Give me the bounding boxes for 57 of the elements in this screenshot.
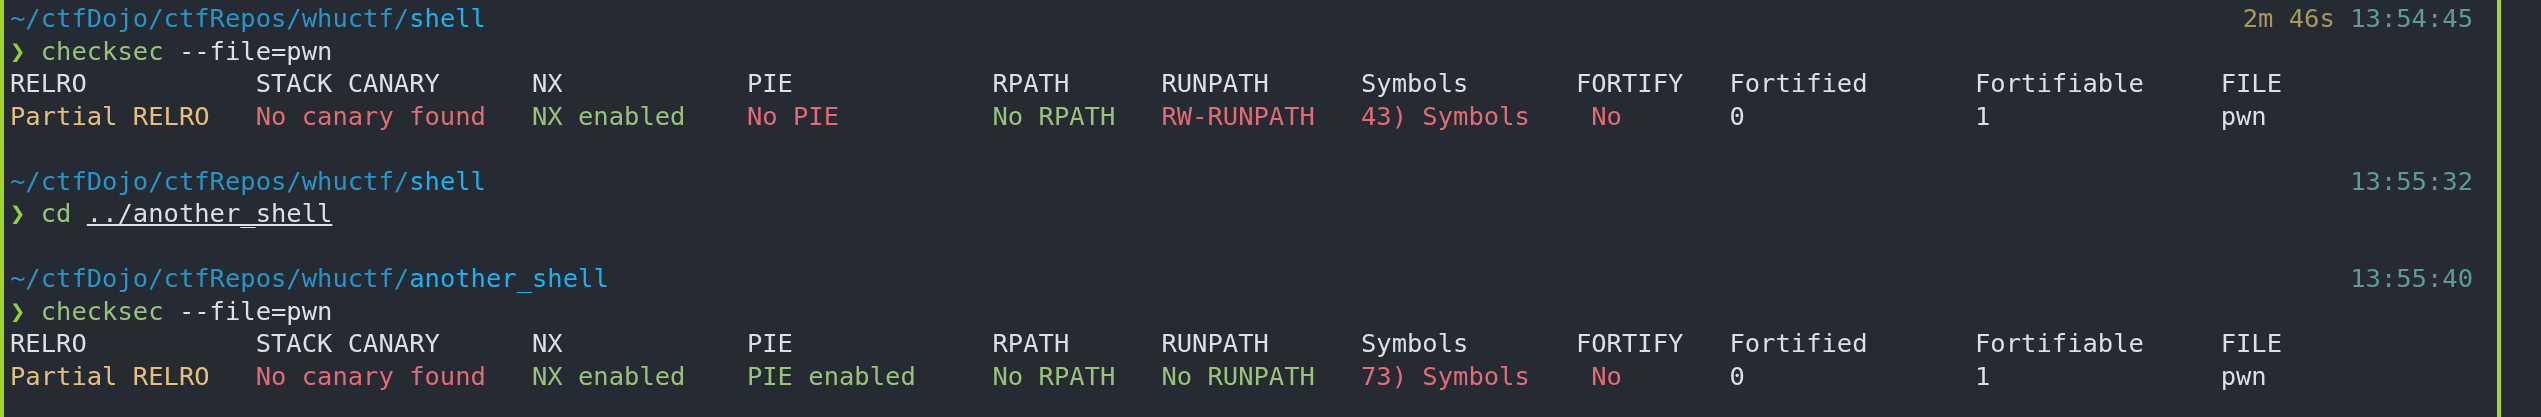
check-value: Partial RELRO — [10, 99, 210, 133]
command-duration: 2m 46s — [2242, 2, 2335, 36]
check-value: 0 — [1729, 99, 1745, 133]
column-header: FORTIFY — [1575, 327, 1684, 361]
prompt-symbol: ❯ — [10, 34, 26, 68]
column-header: PIE — [746, 67, 793, 101]
column-header: FILE — [2220, 327, 2283, 361]
column-header: FILE — [2220, 67, 2283, 101]
check-value: No canary found — [255, 359, 486, 393]
column-header: Fortifiable — [1975, 67, 2144, 101]
check-value: No PIE — [746, 99, 839, 133]
column-header: RUNPATH — [1161, 67, 1269, 101]
column-header: RUNPATH — [1161, 327, 1269, 361]
check-value: No RPATH — [992, 359, 1116, 393]
directory-path: ~/ctfDojo/ctfRepos/whuctf/another_shell — [10, 262, 609, 296]
prompt-symbol: ❯ — [10, 294, 26, 328]
column-header: RPATH — [992, 327, 1070, 361]
column-header: FORTIFY — [1575, 67, 1684, 101]
directory-path: ~/ctfDojo/ctfRepos/whuctf/shell — [10, 2, 486, 36]
check-value: 1 — [1975, 99, 1991, 133]
column-header: PIE — [746, 327, 793, 361]
column-header: Fortified — [1729, 67, 1868, 101]
column-header: Fortified — [1729, 327, 1868, 361]
check-value: NX enabled — [531, 359, 686, 393]
check-value: 43) Symbols — [1360, 99, 1530, 133]
check-value: RW-RUNPATH — [1161, 99, 1315, 133]
check-value: PIE enabled — [746, 359, 916, 393]
column-header: STACK CANARY — [255, 327, 440, 361]
column-header: Symbols — [1360, 327, 1469, 361]
timestamp: 13:55:40 — [2350, 262, 2473, 296]
command-line: cd ../another_shell — [40, 197, 333, 231]
check-value: No RUNPATH — [1161, 359, 1315, 393]
prompt-symbol: ❯ — [10, 197, 26, 231]
column-header: RPATH — [992, 67, 1070, 101]
column-header: NX — [531, 67, 563, 101]
column-header: RELRO — [10, 67, 87, 101]
check-value: 73) Symbols — [1360, 359, 1530, 393]
directory-path: ~/ctfDojo/ctfRepos/whuctf/shell — [10, 164, 486, 198]
check-value: pwn — [2220, 359, 2267, 393]
check-value: No RPATH — [992, 99, 1116, 133]
column-header: STACK CANARY — [255, 67, 440, 101]
check-value: No canary found — [255, 99, 486, 133]
timestamp: 13:55:32 — [2350, 164, 2473, 198]
command-line: checksec --file=pwn — [40, 294, 333, 328]
check-value: 0 — [1729, 359, 1745, 393]
timestamp: 13:54:45 — [2350, 2, 2473, 36]
check-value: NX enabled — [531, 99, 686, 133]
column-header: NX — [531, 327, 563, 361]
check-value: pwn — [2220, 99, 2267, 133]
column-header: RELRO — [10, 327, 87, 361]
column-header: Fortifiable — [1975, 327, 2144, 361]
command-line: checksec --file=pwn — [40, 34, 333, 68]
check-value: No — [1591, 99, 1622, 133]
check-value: No — [1591, 359, 1622, 393]
column-header: Symbols — [1360, 67, 1469, 101]
check-value: Partial RELRO — [10, 359, 210, 393]
check-value: 1 — [1975, 359, 1991, 393]
